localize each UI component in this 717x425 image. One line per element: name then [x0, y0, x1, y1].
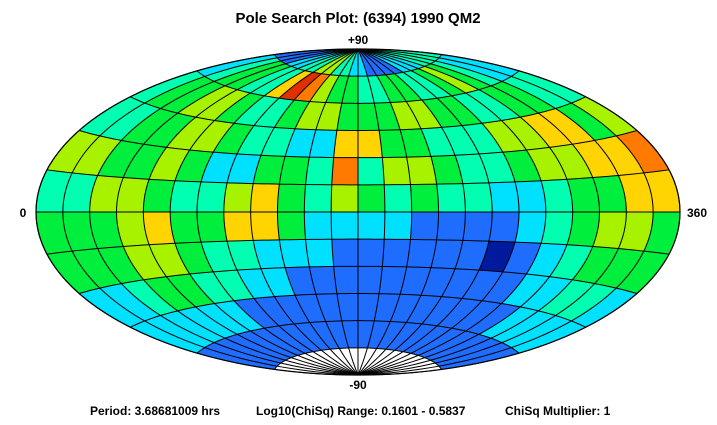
- heatmap-cell: [331, 238, 359, 267]
- heatmap-cell: [488, 181, 520, 213]
- heatmap-cell: [462, 182, 493, 213]
- heatmap-cell: [250, 211, 280, 241]
- heatmap-cell: [331, 157, 359, 186]
- heatmap-cell: [382, 156, 411, 185]
- top-latitude-label: +90: [348, 33, 369, 47]
- heatmap-cell: [382, 239, 411, 268]
- heatmap-cell: [305, 239, 334, 268]
- heatmap-cell: [357, 238, 385, 267]
- heatmap-cell: [333, 130, 359, 158]
- heatmap-cell: [462, 211, 493, 242]
- heatmap-cell: [357, 211, 386, 240]
- heatmap-cell: [277, 183, 306, 213]
- heatmap-cell: [223, 211, 254, 242]
- chisq-multiplier-info: ChiSq Multiplier: 1: [505, 404, 611, 418]
- heatmap-cell: [330, 211, 359, 240]
- heatmap-cell: [514, 180, 547, 213]
- chart-title: Pole Search Plot: (6394) 1990 QM2: [235, 10, 480, 27]
- heatmap-cell: [169, 180, 202, 213]
- heatmap-cell: [357, 266, 383, 294]
- heatmap-cell: [196, 211, 228, 243]
- heatmap-cell: [384, 211, 412, 240]
- heatmap-cell: [330, 184, 359, 213]
- heatmap-cell: [196, 181, 228, 213]
- heatmap-cell: [357, 184, 386, 213]
- chisq-range-info: Log10(ChiSq) Range: 0.1601 - 0.5837: [256, 404, 466, 418]
- right-longitude-label: 360: [687, 206, 707, 220]
- heatmap-cell: [384, 184, 412, 213]
- heatmap-cell: [410, 211, 439, 241]
- heatmap-cell: [488, 211, 520, 243]
- heatmap-cell: [169, 211, 202, 244]
- left-longitude-label: 0: [20, 206, 27, 220]
- period-info: Period: 3.68681009 hrs: [90, 404, 220, 418]
- heatmap-cell: [514, 211, 547, 244]
- bottom-latitude-label: -90: [349, 378, 367, 392]
- heatmap-cell: [250, 183, 280, 213]
- heatmap-cell: [305, 156, 334, 185]
- pole-search-plot: Pole Search Plot: (6394) 1990 QM2 +90 -9…: [0, 0, 717, 425]
- heatmap-cell: [304, 211, 332, 240]
- heatmap-cell: [436, 183, 466, 213]
- heatmap-cell: [357, 130, 383, 158]
- heatmap-cell: [333, 266, 359, 294]
- heatmap-cell: [304, 184, 332, 213]
- heatmap-cell: [410, 183, 439, 213]
- heatmap-cell: [357, 157, 385, 186]
- heatmap-cell: [436, 211, 466, 241]
- heatmap-cell: [223, 182, 254, 213]
- grid-lines: [35, 48, 681, 376]
- heatmap-cell: [277, 211, 306, 241]
